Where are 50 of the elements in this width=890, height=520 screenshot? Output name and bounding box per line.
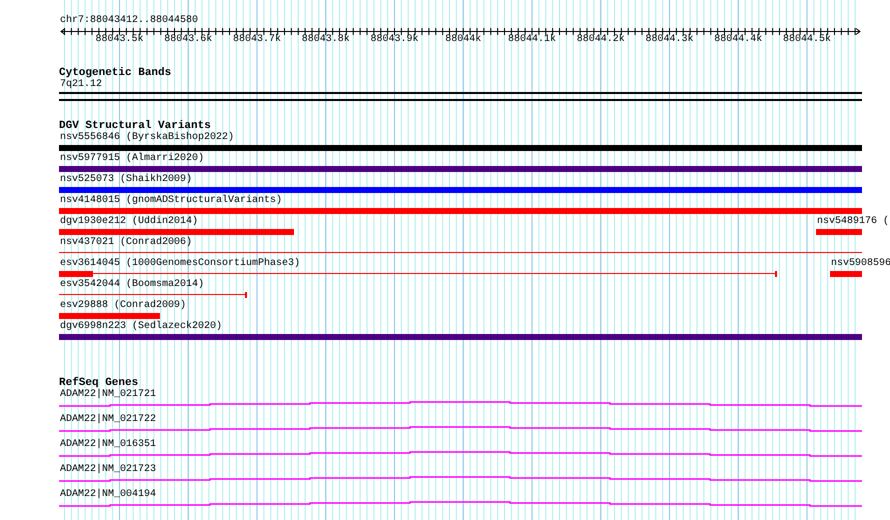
- variant-bar[interactable]: [59, 313, 160, 319]
- gene-line[interactable]: [59, 451, 862, 457]
- tick-label: 88044k: [445, 34, 482, 46]
- variant-line[interactable]: [59, 292, 247, 298]
- track-title: DGV Structural Variants: [59, 120, 211, 132]
- variant-bar[interactable]: [59, 229, 294, 235]
- variant-label: dgv1930e212 (Uddin2014): [60, 216, 198, 228]
- variant-line[interactable]: [93, 271, 777, 277]
- variant-label: nsv5556846 (ByrskaBishop2022): [60, 132, 234, 144]
- gene-label: ADAM22|NM_004194: [59, 489, 158, 501]
- tick-label: 88043.8k: [302, 34, 350, 46]
- track-title: RefSeq Genes: [59, 377, 138, 389]
- variant-bar[interactable]: [59, 271, 93, 277]
- tick-label: 88044.1k: [508, 34, 556, 46]
- location-label: chr7:88043412..88044580: [59, 15, 200, 27]
- gene-line[interactable]: [59, 426, 862, 432]
- variant-label: dgv6998n223 (Sedlazeck2020): [60, 321, 222, 333]
- variant-label: esv29888 (Conrad2009): [60, 300, 186, 312]
- tick-label: 88044.3k: [646, 34, 694, 46]
- variant-bar[interactable]: [830, 271, 862, 277]
- gene-line[interactable]: [59, 501, 862, 507]
- tick-label: 88044.2k: [576, 34, 625, 46]
- gene-label: ADAM22|NM_021721: [59, 389, 158, 401]
- tick-label: 88043.9k: [370, 34, 418, 46]
- gene-label: ADAM22|NM_016351: [59, 439, 158, 451]
- tick-label: 88043.7k: [233, 34, 281, 46]
- variant-bar[interactable]: [59, 334, 862, 340]
- gene-label: ADAM22|NM_021722: [59, 414, 158, 426]
- tick-label: 88044.4k: [714, 34, 762, 46]
- gene-line[interactable]: [59, 476, 862, 482]
- variant-label: nsv4148015 (gnomADStructuralVariants): [60, 195, 282, 207]
- band-label: 7q21.12: [59, 79, 104, 91]
- gene-line[interactable]: [59, 401, 862, 407]
- variant-bar[interactable]: [59, 187, 862, 193]
- tick-label: 88043.6k: [164, 34, 212, 46]
- variant-bar[interactable]: [59, 145, 862, 151]
- variant-label: nsv5489176 (: [817, 216, 890, 228]
- variant-label: nsv525073 (Shaikh2009): [60, 174, 192, 186]
- variant-label: nsv437021 (Conrad2006): [60, 237, 192, 249]
- track-title: Cytogenetic Bands: [59, 67, 172, 79]
- variant-bar[interactable]: [59, 208, 862, 214]
- gene-label: ADAM22|NM_021723: [59, 464, 158, 476]
- variant-label: nsv5977915 (Almarri2020): [60, 153, 204, 165]
- tick-label: 88043.5k: [96, 34, 144, 46]
- variant-label: esv3614045 (1000GenomesConsortiumPhase3): [60, 258, 300, 270]
- variant-label: nsv5908596: [831, 258, 890, 270]
- variant-bar[interactable]: [816, 229, 862, 235]
- tick-label: 88044.5k: [783, 34, 831, 46]
- variant-label: esv3542044 (Boomsma2014): [60, 279, 204, 291]
- variant-bar[interactable]: [59, 166, 862, 172]
